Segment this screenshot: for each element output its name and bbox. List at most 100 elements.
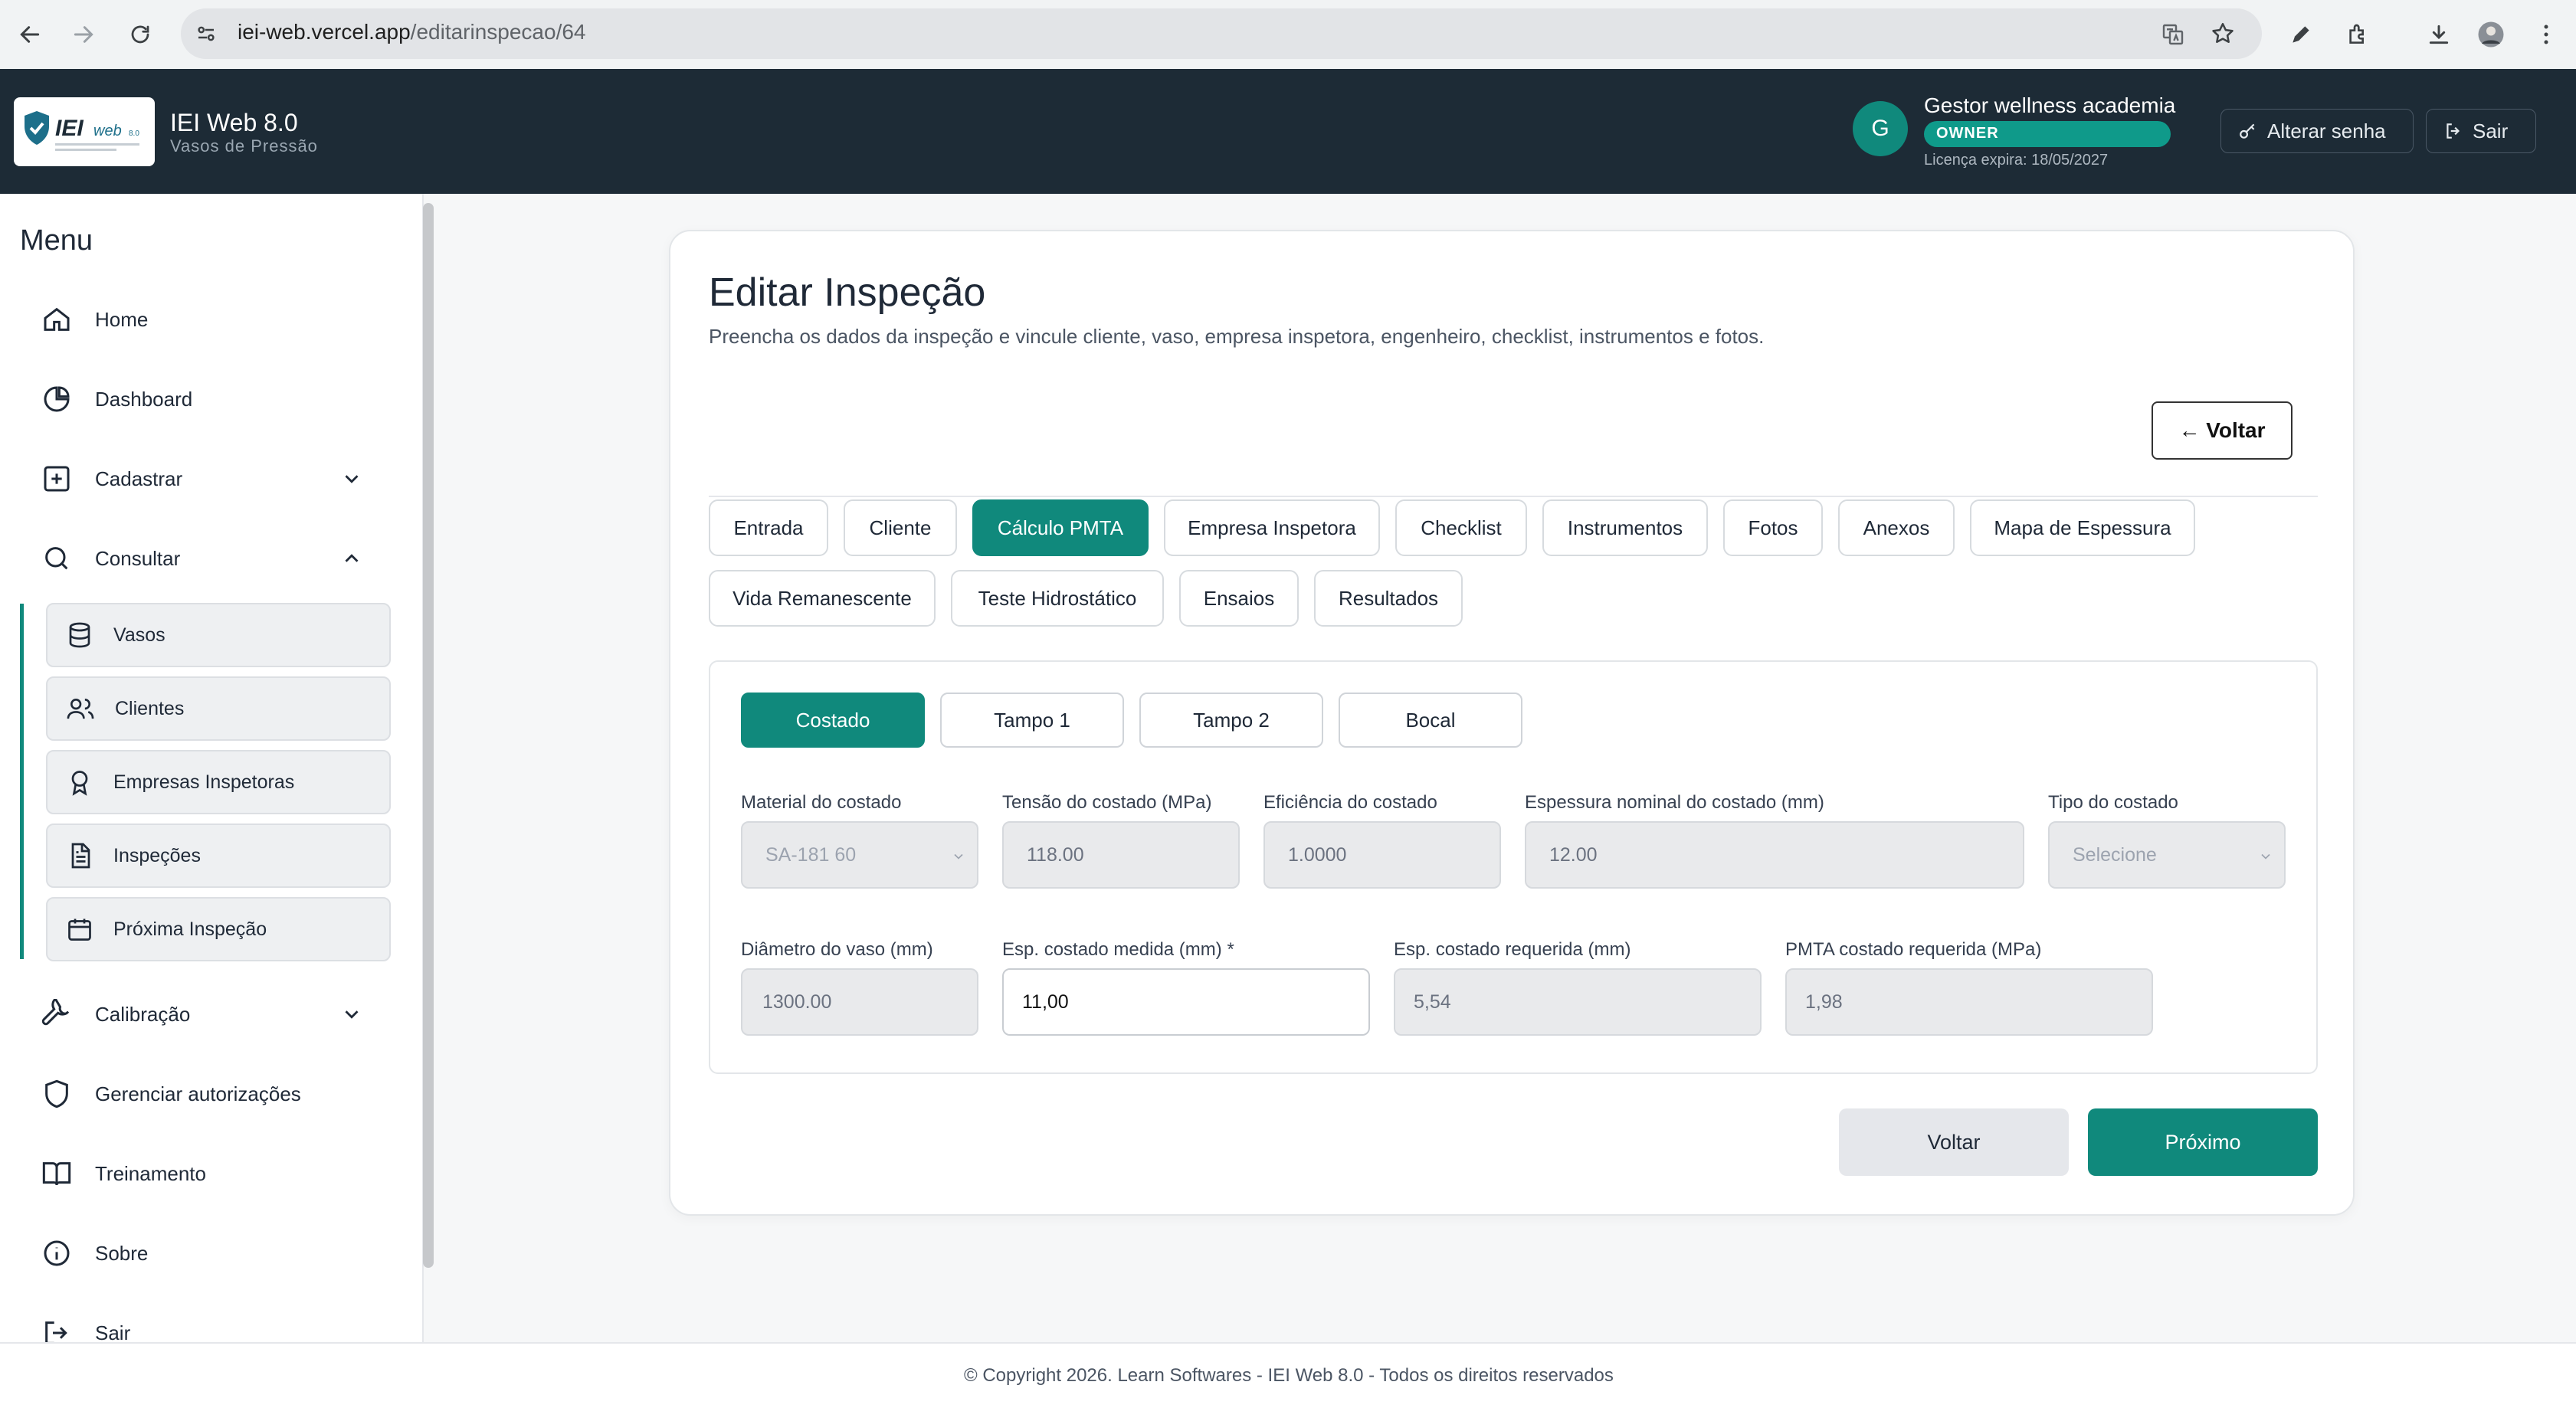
tab-instrumentos[interactable]: Instrumentos [1542,499,1708,556]
page-description: Preencha os dados da inspeção e vincule … [709,325,1765,348]
app-title: IEI Web 8.0 [170,109,298,136]
sidebar-subitem-empresas-inspetoras[interactable]: Empresas Inspetoras [46,750,391,814]
reload-icon[interactable] [123,17,158,52]
sidebar-item-home[interactable]: Home [41,296,317,342]
tensao-field[interactable]: 118.00 [1002,821,1240,889]
users-icon [66,695,95,722]
tab-anexos[interactable]: Anexos [1838,499,1955,556]
calendar-icon [66,915,93,943]
tab-mapa-de-espessura[interactable]: Mapa de Espessura [1970,499,2195,556]
download-icon[interactable] [2421,17,2456,52]
sidebar-subitem-clientes[interactable]: Clientes [46,676,391,741]
material-select[interactable]: SA-181 60 [741,821,978,889]
tipo-value: Selecione [2073,843,2157,866]
pen-extension-icon[interactable] [2283,17,2319,52]
translate-icon[interactable] [2161,22,2185,47]
espessura-nominal-field[interactable]: 12.00 [1525,821,2024,889]
submenu-indicator [20,604,24,959]
sidebar-item-label: Sobre [95,1241,149,1265]
svg-text:web: web [93,123,122,139]
tab-calculo-pmta[interactable]: Cálculo PMTA [972,499,1149,556]
forward-arrow-icon[interactable] [66,17,101,52]
extensions-puzzle-icon[interactable] [2340,17,2375,52]
svg-text:8.0: 8.0 [129,129,139,138]
tab-ensaios[interactable]: Ensaios [1179,570,1299,627]
user-name: Gestor wellness academia [1924,93,2176,117]
sidebar-item-label: Treinamento [95,1161,206,1185]
eficiencia-field[interactable]: 1.0000 [1263,821,1501,889]
tab-entrada[interactable]: Entrada [709,499,828,556]
esp-medida-input[interactable]: 11,00 [1002,968,1370,1036]
subtab-bocal[interactable]: Bocal [1339,693,1522,748]
esp-medida-value: 11,00 [1022,991,1069,1013]
subitem-label: Clientes [115,697,185,719]
url-path: /editarinspecao/64 [410,20,586,44]
tab-fotos[interactable]: Fotos [1723,499,1823,556]
sidebar-subitem-inspecoes[interactable]: Inspeções [46,824,391,888]
change-password-button[interactable]: Alterar senha [2220,109,2414,153]
pmta-requerida-field[interactable]: 1,98 [1785,968,2153,1036]
sidebar-subitem-vasos[interactable]: Vasos [46,603,391,667]
sidebar-item-sobre[interactable]: Sobre [41,1230,317,1276]
browser-toolbar: iei-web.vercel.app/editarinspecao/64 [0,0,2576,69]
sidebar-item-treinamento[interactable]: Treinamento [41,1151,317,1197]
profile-avatar-icon[interactable] [2473,17,2509,52]
url-text: iei-web.vercel.app/editarinspecao/64 [238,20,586,44]
kebab-menu-icon[interactable] [2528,17,2564,52]
site-settings-icon[interactable] [195,22,218,45]
sidebar-item-gerenciar-autorizacoes[interactable]: Gerenciar autorizações [41,1071,317,1117]
svg-text:IEI: IEI [55,116,84,141]
logout-icon [2443,121,2463,141]
sidebar-item-cadastrar[interactable]: Cadastrar [41,456,363,502]
tipo-label: Tipo do costado [2048,792,2178,813]
sidebar-item-label: Sair [95,1321,131,1344]
material-value: SA-181 60 [765,843,857,866]
chevron-down-icon [2258,849,2273,864]
tab-resultados[interactable]: Resultados [1314,570,1463,627]
next-button[interactable]: Próximo [2088,1108,2318,1176]
sidebar-subitem-proxima-inspecao[interactable]: Próxima Inspeção [46,897,391,961]
diametro-value: 1300.00 [762,991,832,1013]
subtab-tampo-2[interactable]: Tampo 2 [1139,693,1323,748]
page-title: Editar Inspeção [709,270,986,315]
tipo-select[interactable]: Selecione [2048,821,2286,889]
diametro-label: Diâmetro do vaso (mm) [741,939,933,960]
app-logo[interactable]: IEI web 8.0 [14,97,155,166]
shield-icon [41,1079,72,1109]
divider [709,496,2318,497]
sidebar-scrollbar[interactable] [423,203,434,1268]
sidebar-item-label: Calibração [95,1002,191,1026]
sidebar-item-consultar[interactable]: Consultar [41,535,363,581]
sidebar-item-label: Dashboard [95,387,193,411]
sidebar: Menu Home Dashboard Cadastrar Consultar … [0,194,424,1344]
chevron-down-icon [951,849,966,864]
esp-requerida-label: Esp. costado requerida (mm) [1394,939,1631,960]
bookmark-star-icon[interactable] [2210,21,2236,47]
pmta-requerida-value: 1,98 [1805,991,1843,1013]
user-avatar[interactable]: G [1853,101,1908,156]
back-arrow-icon[interactable] [12,17,48,52]
diametro-field[interactable]: 1300.00 [741,968,978,1036]
tab-teste-hidrostatico[interactable]: Teste Hidrostático [951,570,1164,627]
subtab-tampo-1[interactable]: Tampo 1 [940,693,1124,748]
back-button[interactable]: Voltar [1839,1108,2069,1176]
pmta-panel: Costado Tampo 1 Tampo 2 Bocal Material d… [709,660,2318,1074]
tab-vida-remanescente[interactable]: Vida Remanescente [709,570,936,627]
home-icon [41,304,72,335]
eficiencia-label: Eficiência do costado [1263,792,1437,813]
back-top-button[interactable]: ← Voltar [2152,401,2293,460]
sidebar-item-label: Cadastrar [95,467,183,490]
pmta-requerida-label: PMTA costado requerida (MPa) [1785,939,2042,960]
sidebar-item-calibracao[interactable]: Calibração [41,991,363,1037]
esp-requerida-field[interactable]: 5,54 [1394,968,1762,1036]
tab-cliente[interactable]: Cliente [844,499,957,556]
logout-button[interactable]: Sair [2426,109,2536,153]
sidebar-item-dashboard[interactable]: Dashboard [41,376,317,422]
esp-requerida-value: 5,54 [1414,991,1451,1013]
subitem-label: Próxima Inspeção [113,918,267,940]
subtab-costado[interactable]: Costado [741,693,925,748]
plus-square-icon [41,463,72,494]
tab-checklist[interactable]: Checklist [1395,499,1527,556]
eficiencia-value: 1.0000 [1288,843,1347,866]
tab-empresa-inspetora[interactable]: Empresa Inspetora [1164,499,1380,556]
